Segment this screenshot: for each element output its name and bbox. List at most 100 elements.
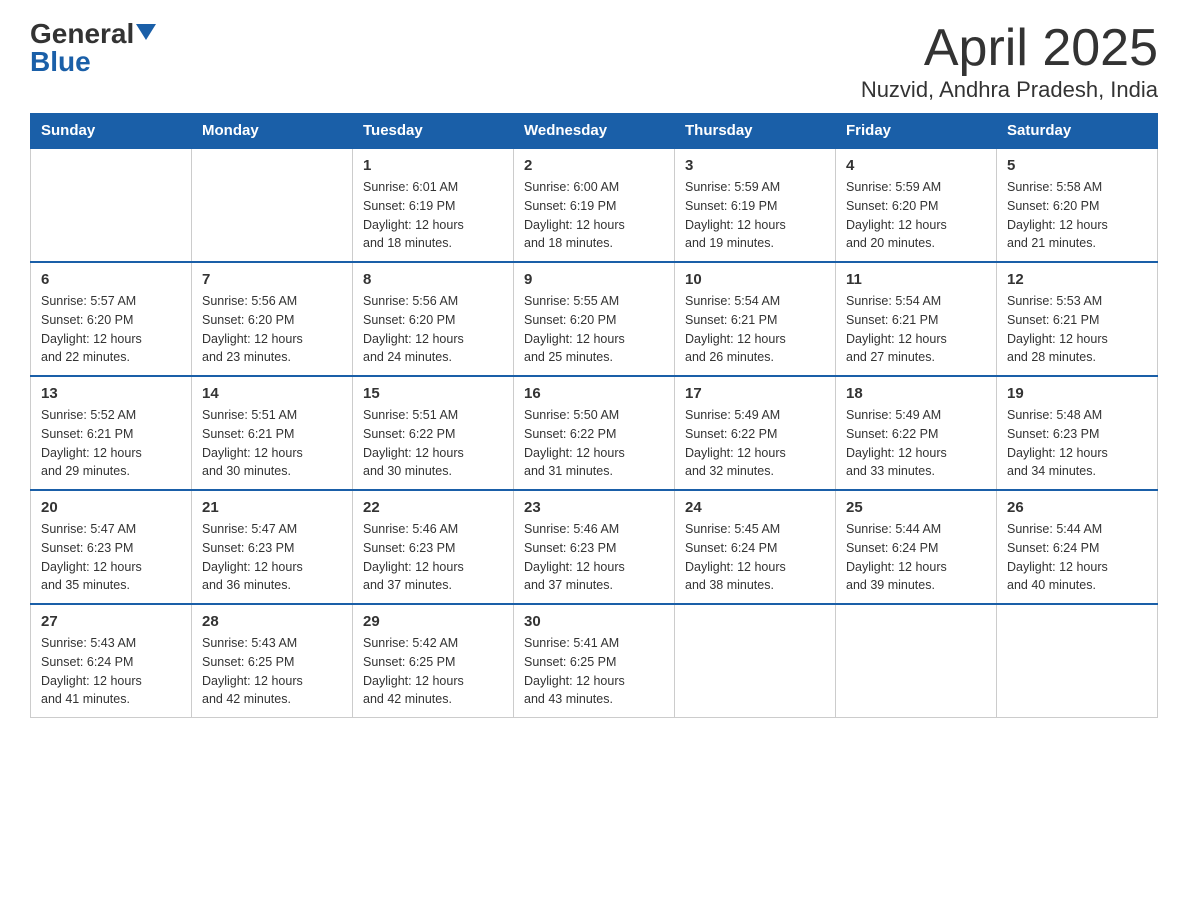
calendar-day-14: 14 Sunrise: 5:51 AM Sunset: 6:21 PM Dayli…: [192, 376, 353, 490]
day-number: 13: [41, 385, 181, 402]
day-info: Sunrise: 5:56 AM Sunset: 6:20 PM Dayligh…: [363, 292, 503, 367]
calendar-day-3: 3Sunrise: 5:59 AM Sunset: 6:19 PM Daylig…: [675, 148, 836, 262]
day-number: 7: [202, 271, 342, 288]
weekday-header-friday: Friday: [836, 114, 997, 149]
day-number: 23: [524, 499, 664, 516]
calendar-empty-cell: [997, 604, 1158, 718]
weekday-header-thursday: Thursday: [675, 114, 836, 149]
calendar-table: SundayMondayTuesdayWednesdayThursdayFrid…: [30, 113, 1158, 718]
day-number: 10: [685, 271, 825, 288]
day-number: 26: [1007, 499, 1147, 516]
calendar-day-25: 25 Sunrise: 5:44 AM Sunset: 6:24 PM Dayli…: [836, 490, 997, 604]
day-info: Sunrise: 5:45 AM Sunset: 6:24 PM Dayligh…: [685, 520, 825, 595]
calendar-empty-cell: [675, 604, 836, 718]
day-info: Sunrise: 5:46 AM Sunset: 6:23 PM Dayligh…: [524, 520, 664, 595]
calendar-day-2: 2 Sunrise: 6:00 AM Sunset: 6:19 PM Daylig…: [514, 148, 675, 262]
calendar-day-29: 29 Sunrise: 5:42 AM Sunset: 6:25 PM Dayli…: [353, 604, 514, 718]
day-number: 17: [685, 385, 825, 402]
day-number: 15: [363, 385, 503, 402]
location-title: Nuzvid, Andhra Pradesh, India: [861, 77, 1158, 103]
weekday-header-monday: Monday: [192, 114, 353, 149]
day-info: Sunrise: 5:52 AM Sunset: 6:21 PM Dayligh…: [41, 406, 181, 481]
calendar-day-17: 17 Sunrise: 5:49 AM Sunset: 6:22 PM Dayli…: [675, 376, 836, 490]
day-info: Sunrise: 5:49 AM Sunset: 6:22 PM Dayligh…: [846, 406, 986, 481]
day-info: Sunrise: 5:54 AM Sunset: 6:21 PM Dayligh…: [846, 292, 986, 367]
day-info: Sunrise: 5:51 AM Sunset: 6:21 PM Dayligh…: [202, 406, 342, 481]
day-number: 16: [524, 385, 664, 402]
calendar-day-26: 26 Sunrise: 5:44 AM Sunset: 6:24 PM Dayli…: [997, 490, 1158, 604]
calendar-day-11: 11 Sunrise: 5:54 AM Sunset: 6:21 PM Dayli…: [836, 262, 997, 376]
calendar-day-8: 8 Sunrise: 5:56 AM Sunset: 6:20 PM Daylig…: [353, 262, 514, 376]
day-number: 14: [202, 385, 342, 402]
day-number: 11: [846, 271, 986, 288]
day-info: Sunrise: 5:43 AM Sunset: 6:25 PM Dayligh…: [202, 634, 342, 709]
calendar-day-28: 28Sunrise: 5:43 AM Sunset: 6:25 PM Dayli…: [192, 604, 353, 718]
weekday-header-wednesday: Wednesday: [514, 114, 675, 149]
day-number: 19: [1007, 385, 1147, 402]
day-info: Sunrise: 5:58 AM Sunset: 6:20 PM Dayligh…: [1007, 178, 1147, 253]
calendar-week-row: 20 Sunrise: 5:47 AM Sunset: 6:23 PM Dayli…: [31, 490, 1158, 604]
calendar-day-24: 24 Sunrise: 5:45 AM Sunset: 6:24 PM Dayli…: [675, 490, 836, 604]
calendar-week-row: 1Sunrise: 6:01 AM Sunset: 6:19 PM Daylig…: [31, 148, 1158, 262]
day-info: Sunrise: 5:57 AM Sunset: 6:20 PM Dayligh…: [41, 292, 181, 367]
day-number: 9: [524, 271, 664, 288]
calendar-day-4: 4Sunrise: 5:59 AM Sunset: 6:20 PM Daylig…: [836, 148, 997, 262]
day-info: Sunrise: 5:51 AM Sunset: 6:22 PM Dayligh…: [363, 406, 503, 481]
calendar-day-7: 7 Sunrise: 5:56 AM Sunset: 6:20 PM Daylig…: [192, 262, 353, 376]
calendar-day-22: 22 Sunrise: 5:46 AM Sunset: 6:23 PM Dayli…: [353, 490, 514, 604]
logo: General Blue: [30, 20, 156, 76]
calendar-day-23: 23 Sunrise: 5:46 AM Sunset: 6:23 PM Dayli…: [514, 490, 675, 604]
calendar-day-18: 18 Sunrise: 5:49 AM Sunset: 6:22 PM Dayli…: [836, 376, 997, 490]
day-info: Sunrise: 5:42 AM Sunset: 6:25 PM Dayligh…: [363, 634, 503, 709]
day-info: Sunrise: 5:46 AM Sunset: 6:23 PM Dayligh…: [363, 520, 503, 595]
weekday-header-tuesday: Tuesday: [353, 114, 514, 149]
day-info: Sunrise: 6:01 AM Sunset: 6:19 PM Dayligh…: [363, 178, 503, 253]
day-info: Sunrise: 5:47 AM Sunset: 6:23 PM Dayligh…: [41, 520, 181, 595]
day-number: 25: [846, 499, 986, 516]
calendar-day-6: 6Sunrise: 5:57 AM Sunset: 6:20 PM Daylig…: [31, 262, 192, 376]
day-number: 18: [846, 385, 986, 402]
calendar-day-10: 10 Sunrise: 5:54 AM Sunset: 6:21 PM Dayli…: [675, 262, 836, 376]
calendar-day-30: 30Sunrise: 5:41 AM Sunset: 6:25 PM Dayli…: [514, 604, 675, 718]
day-info: Sunrise: 5:49 AM Sunset: 6:22 PM Dayligh…: [685, 406, 825, 481]
day-number: 2: [524, 157, 664, 174]
day-info: Sunrise: 5:44 AM Sunset: 6:24 PM Dayligh…: [1007, 520, 1147, 595]
day-number: 4: [846, 157, 986, 174]
day-number: 27: [41, 613, 181, 630]
day-info: Sunrise: 5:54 AM Sunset: 6:21 PM Dayligh…: [685, 292, 825, 367]
calendar-empty-cell: [31, 148, 192, 262]
day-number: 22: [363, 499, 503, 516]
day-info: Sunrise: 5:50 AM Sunset: 6:22 PM Dayligh…: [524, 406, 664, 481]
page-header: General Blue April 2025 Nuzvid, Andhra P…: [30, 20, 1158, 103]
day-info: Sunrise: 5:44 AM Sunset: 6:24 PM Dayligh…: [846, 520, 986, 595]
title-block: April 2025 Nuzvid, Andhra Pradesh, India: [861, 20, 1158, 103]
calendar-empty-cell: [192, 148, 353, 262]
calendar-week-row: 6Sunrise: 5:57 AM Sunset: 6:20 PM Daylig…: [31, 262, 1158, 376]
calendar-day-12: 12 Sunrise: 5:53 AM Sunset: 6:21 PM Dayli…: [997, 262, 1158, 376]
calendar-day-15: 15 Sunrise: 5:51 AM Sunset: 6:22 PM Dayli…: [353, 376, 514, 490]
calendar-day-19: 19Sunrise: 5:48 AM Sunset: 6:23 PM Dayli…: [997, 376, 1158, 490]
day-number: 12: [1007, 271, 1147, 288]
calendar-week-row: 27 Sunrise: 5:43 AM Sunset: 6:24 PM Dayli…: [31, 604, 1158, 718]
calendar-day-16: 16 Sunrise: 5:50 AM Sunset: 6:22 PM Dayli…: [514, 376, 675, 490]
calendar-day-20: 20 Sunrise: 5:47 AM Sunset: 6:23 PM Dayli…: [31, 490, 192, 604]
day-number: 24: [685, 499, 825, 516]
day-info: Sunrise: 5:53 AM Sunset: 6:21 PM Dayligh…: [1007, 292, 1147, 367]
day-info: Sunrise: 5:43 AM Sunset: 6:24 PM Dayligh…: [41, 634, 181, 709]
logo-blue-text: Blue: [30, 48, 91, 76]
day-number: 20: [41, 499, 181, 516]
day-number: 21: [202, 499, 342, 516]
day-number: 29: [363, 613, 503, 630]
calendar-day-27: 27 Sunrise: 5:43 AM Sunset: 6:24 PM Dayli…: [31, 604, 192, 718]
day-number: 8: [363, 271, 503, 288]
calendar-day-9: 9Sunrise: 5:55 AM Sunset: 6:20 PM Daylig…: [514, 262, 675, 376]
calendar-empty-cell: [836, 604, 997, 718]
month-title: April 2025: [861, 20, 1158, 77]
day-info: Sunrise: 5:59 AM Sunset: 6:19 PM Dayligh…: [685, 178, 825, 253]
day-info: Sunrise: 5:47 AM Sunset: 6:23 PM Dayligh…: [202, 520, 342, 595]
day-info: Sunrise: 5:56 AM Sunset: 6:20 PM Dayligh…: [202, 292, 342, 367]
calendar-week-row: 13 Sunrise: 5:52 AM Sunset: 6:21 PM Dayli…: [31, 376, 1158, 490]
day-number: 5: [1007, 157, 1147, 174]
day-info: Sunrise: 6:00 AM Sunset: 6:19 PM Dayligh…: [524, 178, 664, 253]
logo-general-text: General: [30, 20, 134, 48]
